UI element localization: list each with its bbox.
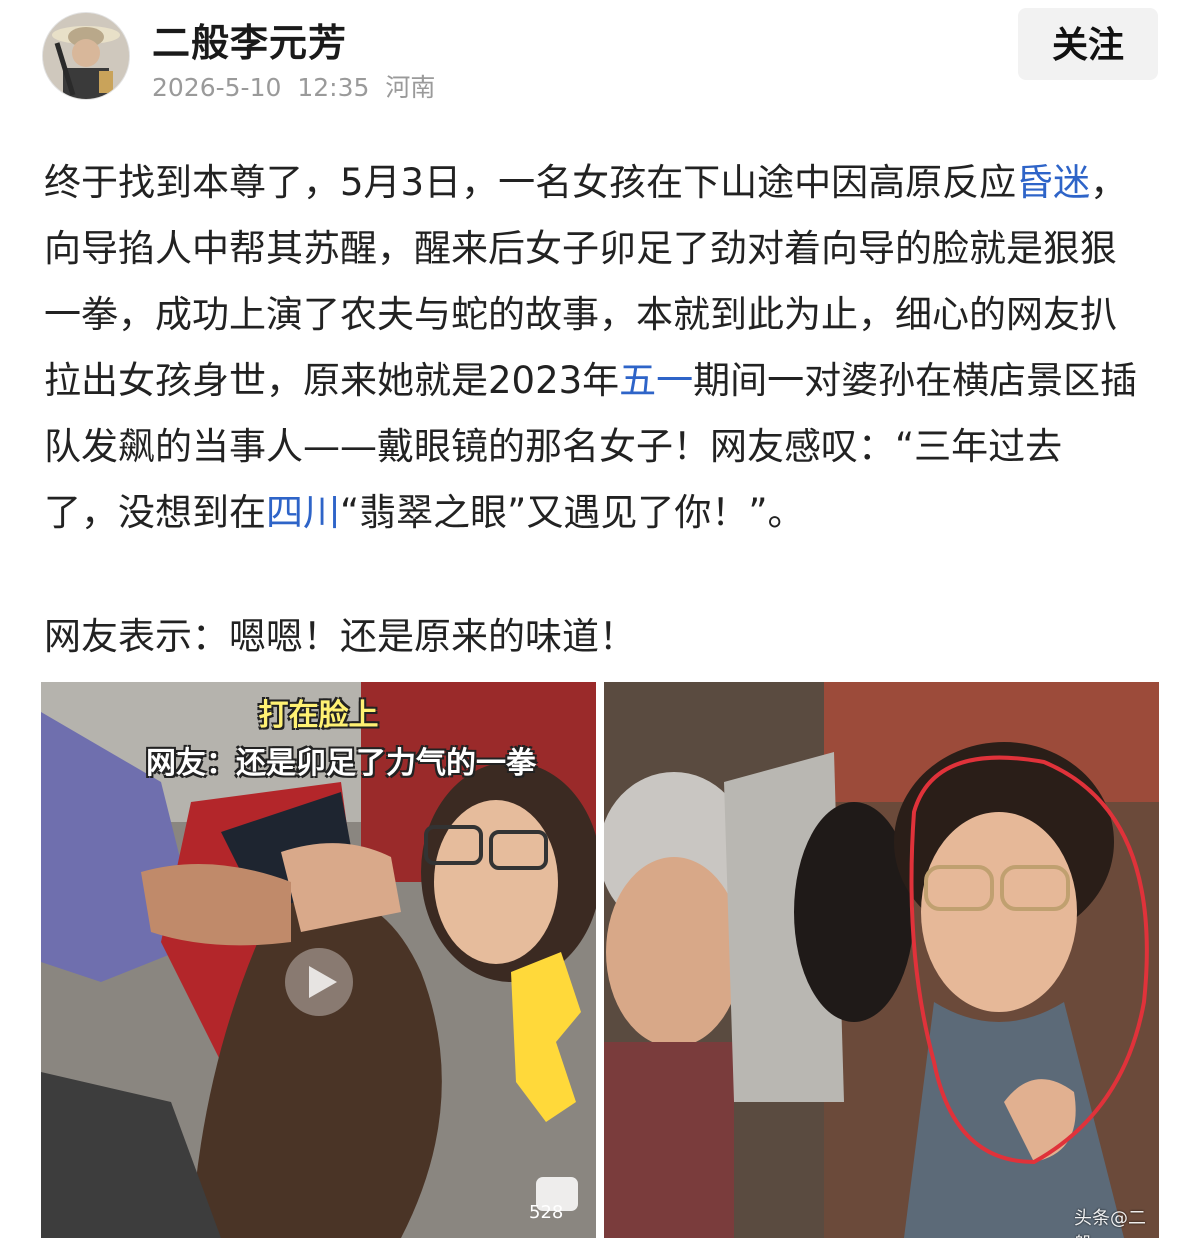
author-avatar[interactable] (42, 12, 130, 100)
post-body-line: 终于找到本尊了，5月3日，一名女孩在下山途中因高原反应昏迷， (44, 150, 1169, 216)
source-watermark: 头条@二般 (1074, 1208, 1146, 1238)
post-text-segment: ， (1090, 161, 1128, 204)
post-text-segment: 终于找到本尊了，5月3日，一名女孩在下山途中因高原反应 (44, 161, 1017, 204)
topic-link[interactable]: 四川 (266, 491, 340, 534)
post-body-line: 拉出女孩身世，原来她就是2023年五一期间一对婆孙在横店景区插 (44, 348, 1169, 414)
topic-link[interactable]: 昏迷 (1016, 161, 1090, 204)
post-header: 二般李元芳 2026-5-10 12:35 河南 关注 (0, 0, 1200, 110)
post-text-segment: 了，没想到在 (44, 491, 266, 534)
post-time: 12:35 (297, 73, 370, 102)
video-caption-title: 打在脸上 (258, 698, 379, 733)
author-name[interactable]: 二般李元芳 (152, 12, 347, 67)
post-text-segment: 拉出女孩身世，原来她就是2023年 (44, 359, 620, 402)
comment-count: 528 (529, 1202, 564, 1223)
post-text-segment: “翡翠之眼”又遇见了你！”。 (340, 491, 805, 534)
post-body-line: 一拳，成功上演了农夫与蛇的故事，本就到此为止，细心的网友扒 (44, 282, 1169, 348)
post-text-segment: 队发飙的当事人——戴眼镜的那名女子！网友感叹：“三年过去 (44, 425, 1063, 468)
post-body: 终于找到本尊了，5月3日，一名女孩在下山途中因高原反应昏迷， 向导掐人中帮其苏醒，… (44, 150, 1169, 546)
right-photo-art (604, 682, 1159, 1238)
post-date: 2026-5-10 (152, 73, 282, 102)
left-video-thumbnail[interactable]: 打在脸上 网友：还是卯足了力气的一拳 528 (41, 682, 596, 1238)
post-body-line: 了，没想到在四川“翡翠之眼”又遇见了你！”。 (44, 480, 1169, 546)
post-meta: 2026-5-10 12:35 河南 (152, 68, 443, 104)
post-text-segment: 向导掐人中帮其苏醒，醒来后女子卯足了劲对着向导的脸就是狠狠 (44, 227, 1117, 270)
post-text-segment: 一拳，成功上演了农夫与蛇的故事，本就到此为止，细心的网友扒 (44, 293, 1117, 336)
video-caption-subtitle: 网友：还是卯足了力气的一拳 (146, 746, 536, 781)
topic-link[interactable]: 五一 (619, 359, 693, 402)
post-body-line: 队发飙的当事人——戴眼镜的那名女子！网友感叹：“三年过去 (44, 414, 1169, 480)
right-photo[interactable]: 头条@二般 (604, 682, 1159, 1238)
post-location: 河南 (385, 73, 436, 102)
follow-button[interactable]: 关注 (1018, 8, 1158, 80)
post-text-segment: 期间一对婆孙在横店景区插 (693, 359, 1138, 402)
post-body-line: 向导掐人中帮其苏醒，醒来后女子卯足了劲对着向导的脸就是狠狠 (44, 216, 1169, 282)
netizen-comment: 网友表示：嗯嗯！还是原来的味道！ (44, 615, 636, 658)
